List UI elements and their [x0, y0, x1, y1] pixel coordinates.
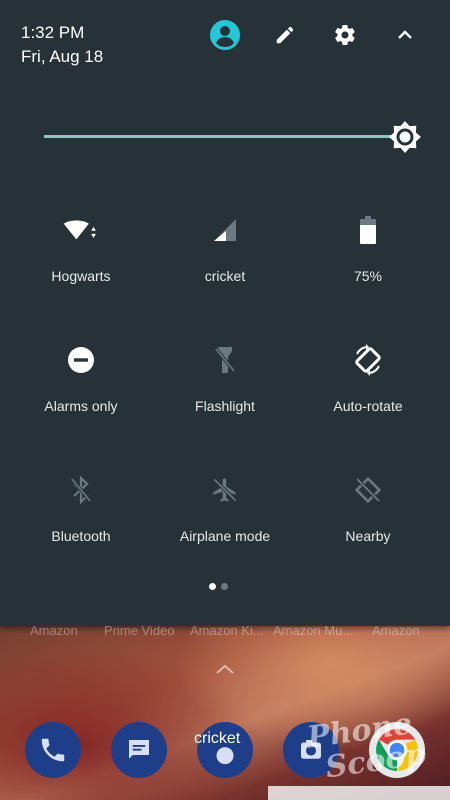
page-dot-2[interactable] [221, 583, 228, 590]
dock-label-cricket: cricket [194, 730, 241, 747]
tile-auto-rotate[interactable]: Auto-rotate [298, 340, 438, 430]
tile-bluetooth[interactable]: Bluetooth [11, 470, 151, 560]
battery-icon [350, 212, 386, 248]
app-label-prime-video[interactable]: Prime Video [104, 626, 175, 638]
tile-label-airplane-mode: Airplane mode [179, 528, 271, 544]
tile-label-do-not-disturb: Alarms only [44, 398, 118, 414]
tile-flashlight[interactable]: Flashlight [155, 340, 295, 430]
tile-airplane-mode[interactable]: Airplane mode [155, 470, 295, 560]
cellular-signal-icon [207, 212, 243, 248]
home-screen: Amazon Prime Video Amazon Ki... Amazon M… [0, 626, 450, 800]
tile-wifi[interactable]: Hogwarts [11, 210, 151, 300]
tile-do-not-disturb[interactable]: Alarms only [11, 340, 151, 430]
watermark-bar [268, 786, 450, 800]
app-label-amazon-music[interactable]: Amazon Mu... [273, 626, 353, 638]
user-account-icon[interactable] [209, 19, 241, 51]
tile-label-auto-rotate: Auto-rotate [333, 398, 403, 414]
tile-label-cellular: cricket [204, 268, 246, 284]
status-time: 1:32 PM [21, 23, 85, 42]
app-row: Amazon Prime Video Amazon Ki... Amazon M… [0, 626, 450, 640]
app-label-amazon-kindle[interactable]: Amazon Ki... [190, 626, 264, 638]
bluetooth-icon [63, 472, 99, 508]
app-drawer-chevron-icon[interactable] [214, 662, 236, 676]
tile-label-flashlight: Flashlight [195, 398, 255, 414]
phone-app-icon[interactable] [25, 722, 81, 778]
page-dot-1[interactable] [209, 583, 216, 590]
wifi-icon [63, 212, 99, 248]
do-not-disturb-icon [63, 342, 99, 378]
tile-cellular[interactable]: cricket [155, 210, 295, 300]
flashlight-icon [207, 342, 243, 378]
tile-label-nearby: Nearby [345, 528, 391, 544]
quick-settings-panel: 1:32 PM Fri, Aug 18 Hogwarts cricket 75%… [0, 0, 450, 626]
page-indicator [209, 583, 233, 591]
tile-label-bluetooth: Bluetooth [51, 528, 111, 544]
collapse-chevron-icon[interactable] [389, 19, 421, 51]
auto-rotate-icon [350, 342, 386, 378]
edit-pencil-icon[interactable] [269, 19, 301, 51]
status-date: Fri, Aug 18 [21, 47, 104, 66]
airplane-icon [207, 472, 243, 508]
nearby-icon [350, 472, 386, 508]
brightness-slider[interactable] [44, 118, 422, 158]
app-label-amazon-2[interactable]: Amazon [372, 626, 420, 638]
settings-gear-icon[interactable] [329, 19, 361, 51]
brightness-track[interactable] [44, 135, 394, 138]
tile-label-battery: 75% [353, 268, 383, 284]
tile-nearby[interactable]: Nearby [298, 470, 438, 560]
tile-battery[interactable]: 75% [298, 210, 438, 300]
brightness-icon[interactable] [388, 120, 422, 154]
tile-label-wifi: Hogwarts [51, 268, 111, 284]
messages-app-icon[interactable] [111, 722, 167, 778]
app-label-amazon[interactable]: Amazon [30, 626, 78, 638]
